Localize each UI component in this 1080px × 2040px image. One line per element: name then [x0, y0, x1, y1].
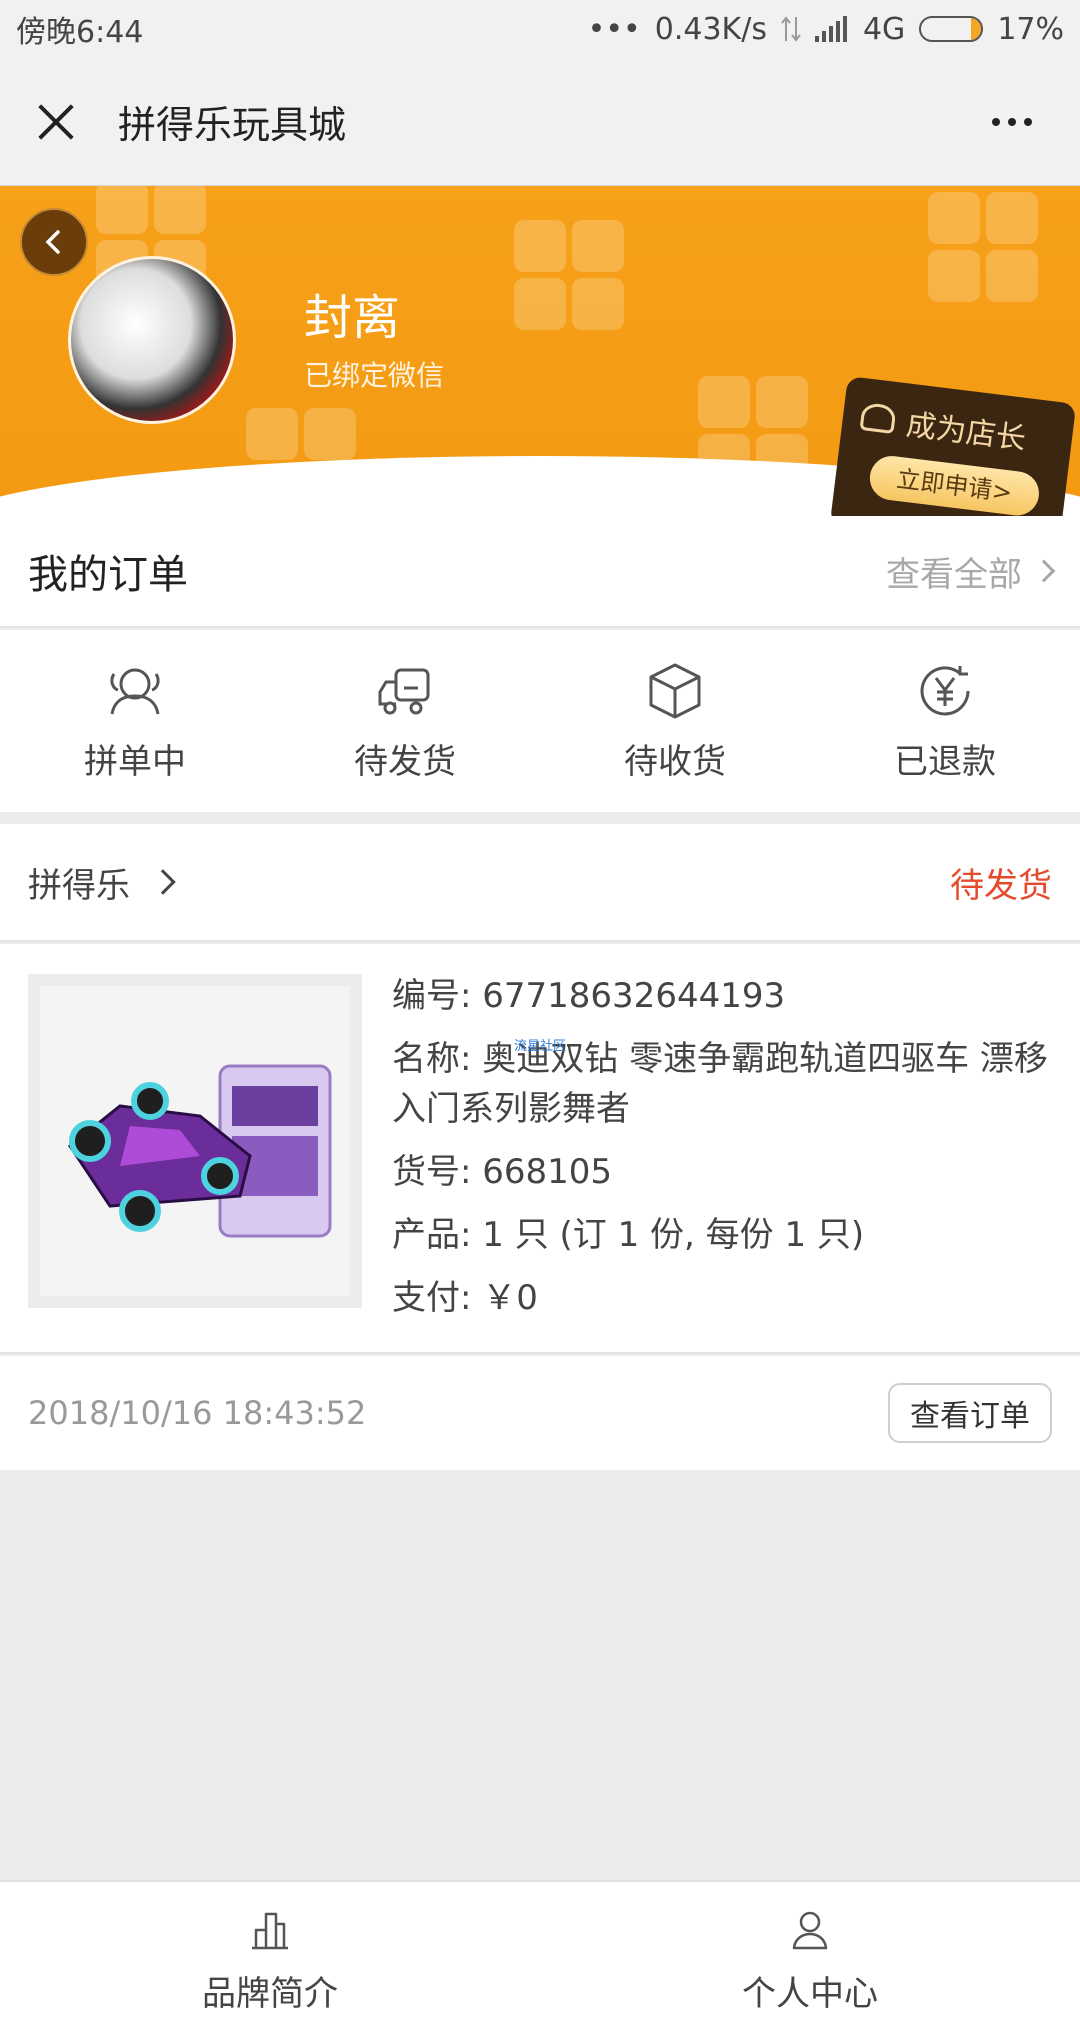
- status-bar: 傍晚6:44 ••• 0.43K/s 4G 17%: [0, 0, 1080, 58]
- network-speed: 0.43K/s: [654, 11, 767, 47]
- tab-group-buying[interactable]: 拼单中: [0, 630, 270, 812]
- view-order-button[interactable]: 查看订单: [888, 1383, 1052, 1443]
- orders-title: 我的订单: [28, 552, 188, 598]
- order-status-tabs: 拼单中 待发货 待收货 已退款: [0, 630, 1080, 812]
- box-icon: [649, 663, 701, 718]
- chevron-left-icon: [45, 230, 60, 254]
- payment-amount: 支付: ￥0: [392, 1278, 538, 1319]
- apply-now-button[interactable]: 立即申请>: [867, 453, 1042, 516]
- battery-percent: 17%: [997, 11, 1064, 47]
- item-number: 货号: 668105: [392, 1151, 613, 1192]
- close-icon[interactable]: [28, 95, 82, 149]
- bottom-tab-profile[interactable]: 个人中心: [540, 1882, 1080, 2040]
- product-quantity: 产品: 1 只 (订 1 份, 每份 1 只): [392, 1215, 865, 1256]
- order-status-badge: 待发货: [950, 865, 1052, 906]
- order-shop-row[interactable]: 拼得乐 待发货: [0, 824, 1080, 942]
- page-title: 拼得乐玩具城: [118, 103, 347, 147]
- shop-link[interactable]: 拼得乐: [28, 858, 176, 907]
- bottom-tab-brand[interactable]: 品牌简介: [0, 1882, 540, 2040]
- tab-pending-shipment[interactable]: 待发货: [270, 630, 540, 812]
- puzzle-decoration: [514, 220, 624, 330]
- chevron-right-icon: [1032, 559, 1056, 583]
- profile-banner: 封离 已绑定微信 成为店长 立即申请>: [0, 186, 1080, 516]
- battery-icon: [919, 16, 984, 42]
- binding-status: 已绑定微信: [304, 359, 445, 392]
- user-name: 封离: [304, 290, 401, 346]
- bottom-tab-label: 品牌简介: [202, 1973, 338, 2014]
- order-timestamp: 2018/10/16 18:43:52: [28, 1394, 367, 1432]
- tab-label: 待收货: [624, 741, 726, 782]
- group-icon: [110, 668, 160, 714]
- watermark-text: 流星社区: [514, 1039, 567, 1054]
- yen-refund-icon: [920, 665, 970, 715]
- puzzle-decoration: [928, 192, 1038, 302]
- status-time: 傍晚6:44: [16, 15, 144, 50]
- view-all-label: 查看全部: [886, 554, 1022, 595]
- order-number: 编号: 67718632644193: [392, 976, 786, 1016]
- order-product[interactable]: 编号: 67718632644193 名称: 奥迪双钻 零速争霸跑轨道四驱车 漂…: [0, 944, 1080, 1354]
- tab-label: 已退款: [894, 741, 996, 782]
- person-icon: [792, 1911, 828, 1949]
- bottom-nav: 品牌简介 个人中心: [0, 1880, 1080, 2040]
- shop-name: 拼得乐: [28, 865, 130, 906]
- tab-pending-receipt[interactable]: 待收货: [540, 630, 810, 812]
- product-details: 编号: 67718632644193 名称: 奥迪双钻 零速争霸跑轨道四驱车 漂…: [392, 972, 1052, 1338]
- tab-label: 拼单中: [84, 741, 186, 782]
- status-dots: •••: [587, 11, 641, 47]
- view-all-link[interactable]: 查看全部: [886, 547, 1056, 596]
- toy-car-image: [67, 1064, 332, 1238]
- product-name: 名称: 奥迪双钻 零速争霸跑轨道四驱车 漂移入门系列影舞者: [392, 1039, 1048, 1129]
- building-icon: [252, 1912, 288, 1949]
- status-indicators: ••• 0.43K/s 4G 17%: [588, 12, 1064, 47]
- battery-fill: [971, 18, 982, 40]
- signal-icon: [814, 16, 847, 42]
- nav-bar: 拼得乐玩具城: [0, 58, 1080, 186]
- network-type: 4G: [862, 11, 906, 47]
- data-arrows-icon: [781, 16, 801, 42]
- crown-icon: [859, 402, 897, 434]
- my-orders-header: 我的订单 查看全部: [0, 516, 1080, 628]
- back-button[interactable]: [20, 208, 88, 276]
- product-image[interactable]: [28, 974, 362, 1308]
- bottom-tab-label: 个人中心: [742, 1973, 878, 2014]
- order-footer: 2018/10/16 18:43:52 查看订单: [0, 1356, 1080, 1470]
- chevron-right-icon: [150, 869, 176, 895]
- avatar[interactable]: [68, 256, 236, 424]
- truck-icon: [378, 668, 430, 714]
- tab-label: 待发货: [354, 741, 456, 782]
- become-shopkeeper-card[interactable]: 成为店长 立即申请>: [829, 376, 1077, 516]
- more-options-icon[interactable]: [992, 117, 1032, 126]
- shopkeeper-title: 成为店长: [904, 407, 1028, 457]
- tab-refunded[interactable]: 已退款: [810, 630, 1080, 812]
- shopkeeper-title-row: 成为店长: [859, 394, 1057, 461]
